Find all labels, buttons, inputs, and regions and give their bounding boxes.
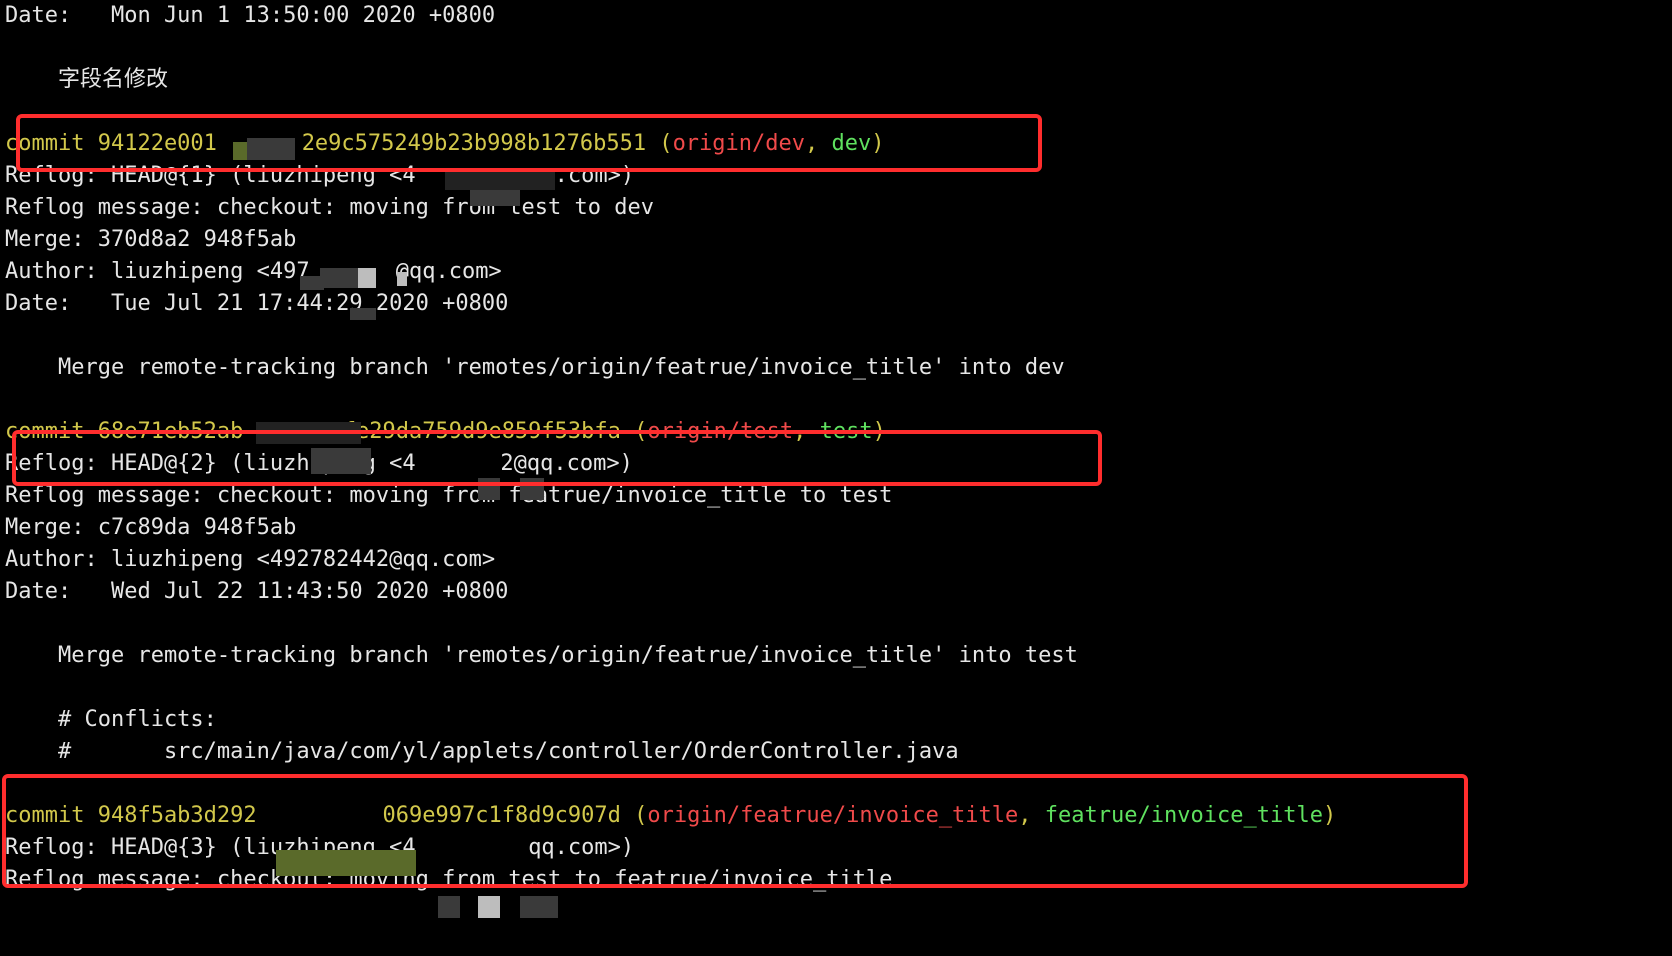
redaction-block [438,896,460,918]
author-text: Author: liuzhipeng <497 [5,259,310,284]
annotation-box-dev-commit [16,114,1042,172]
terminal-window[interactable]: Date: Mon Jun 1 13:50:00 2020 +0800 字段名修… [0,0,1672,956]
log-line-conflict-file: # src/main/java/com/yl/applets/controlle… [5,739,959,764]
annotation-box-featrue-commit [2,774,1468,888]
redaction-block [520,896,558,918]
log-line-merge: Merge: c7c89da 948f5ab [5,515,297,540]
annotation-box-test-commit [12,430,1102,486]
log-line-message: Merge remote-tracking branch 'remotes/or… [5,643,1078,668]
redaction-block [470,190,520,206]
redaction-block [478,896,500,918]
redaction-block [397,272,407,286]
log-line-reflog-message: Reflog message: checkout: moving from te… [5,195,655,220]
author-email-tail: @qq.com> [395,259,502,284]
log-line-date: Date: Mon Jun 1 13:50:00 2020 +0800 [5,3,496,28]
redaction-block [350,308,376,320]
log-line-author: Author: liuzhipeng <492782442@qq.com> [5,547,496,572]
log-line-message: 字段名修改 [5,67,168,92]
log-line-date: Date: Wed Jul 22 11:43:50 2020 +0800 [5,579,509,604]
log-line-merge: Merge: 370d8a2 948f5ab [5,227,297,252]
log-line-conflicts-header: # Conflicts: [5,707,217,732]
log-line-author: Author: liuzhipeng <497 @qq.com> [5,256,502,288]
redaction-block [300,276,324,290]
redaction-block [320,268,358,288]
redaction-block [358,268,376,288]
log-line-date: Date: Tue Jul 21 17:44:29 2020 +0800 [5,291,509,316]
log-line-message: Merge remote-tracking branch 'remotes/or… [5,355,1065,380]
